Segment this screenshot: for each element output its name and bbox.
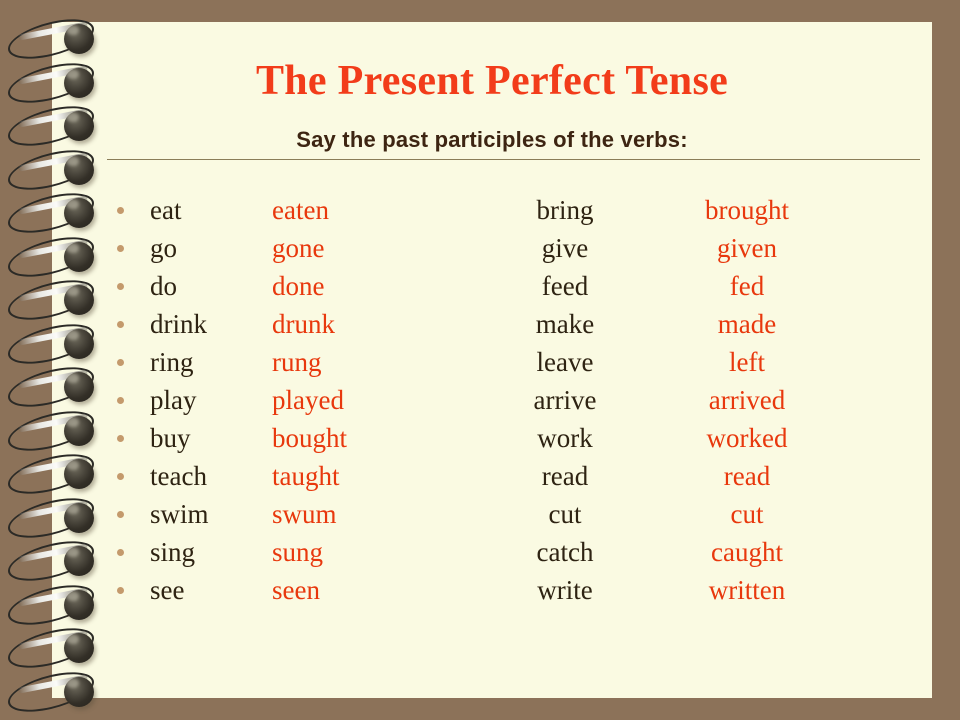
participle-left: taught bbox=[272, 461, 340, 491]
participle-left: gone bbox=[272, 233, 325, 263]
participle-left: played bbox=[272, 385, 344, 415]
base-verb-right: write bbox=[537, 575, 593, 605]
verb-row: drink drunk make made bbox=[0, 305, 960, 343]
participle-right: made bbox=[717, 309, 777, 339]
participle-right: written bbox=[708, 575, 786, 605]
verb-row: sing sung catch caught bbox=[0, 533, 960, 571]
base-verb-left: teach bbox=[150, 461, 207, 491]
base-verb-right: read bbox=[541, 461, 589, 491]
participle-left: bought bbox=[272, 423, 348, 453]
verb-list: eat eaten bring brought go gone give given do don… bbox=[0, 191, 960, 609]
base-verb-left: buy bbox=[150, 423, 191, 453]
bullet-icon bbox=[117, 549, 124, 556]
bullet-icon bbox=[117, 473, 124, 480]
participle-right: caught bbox=[711, 537, 783, 567]
verb-row: buy bought work worked bbox=[0, 419, 960, 457]
participle-right: read bbox=[723, 461, 771, 491]
participle-left: seen bbox=[272, 575, 320, 605]
bullet-icon bbox=[117, 511, 124, 518]
participle-right: arrived bbox=[708, 385, 786, 415]
participle-right: brought bbox=[705, 195, 789, 225]
participle-left: eaten bbox=[272, 195, 329, 225]
participle-left: rung bbox=[272, 347, 322, 377]
base-verb-left: ring bbox=[150, 347, 194, 377]
base-verb-left: drink bbox=[150, 309, 207, 339]
verb-row: ring rung leave left bbox=[0, 343, 960, 381]
base-verb-left: go bbox=[150, 233, 177, 263]
bullet-icon bbox=[117, 207, 124, 214]
verb-row: eat eaten bring brought bbox=[0, 191, 960, 229]
page-subtitle: Say the past participles of the verbs: bbox=[296, 127, 688, 152]
participle-left: drunk bbox=[272, 309, 335, 339]
bullet-icon bbox=[117, 245, 124, 252]
base-verb-left: do bbox=[150, 271, 177, 301]
verb-row: go gone give given bbox=[0, 229, 960, 267]
verb-row: do done feed fed bbox=[0, 267, 960, 305]
base-verb-right: arrive bbox=[533, 385, 597, 415]
bullet-icon bbox=[117, 397, 124, 404]
participle-right: left bbox=[729, 347, 765, 377]
base-verb-right: feed bbox=[541, 271, 589, 301]
base-verb-right: give bbox=[541, 233, 589, 263]
verb-row: teach taught read read bbox=[0, 457, 960, 495]
verb-row: see seen write written bbox=[0, 571, 960, 609]
base-verb-right: cut bbox=[548, 499, 582, 529]
slide-canvas: The Present Perfect Tense Say the past p… bbox=[0, 0, 960, 720]
base-verb-left: swim bbox=[150, 499, 209, 529]
participle-left: done bbox=[272, 271, 325, 301]
participle-right: cut bbox=[730, 499, 764, 529]
base-verb-right: catch bbox=[536, 537, 594, 567]
participle-left: swum bbox=[272, 499, 337, 529]
bullet-icon bbox=[117, 321, 124, 328]
verb-row: swim swum cut cut bbox=[0, 495, 960, 533]
bullet-icon bbox=[117, 283, 124, 290]
participle-right: fed bbox=[729, 271, 765, 301]
page-title: The Present Perfect Tense bbox=[255, 58, 729, 104]
base-verb-right: leave bbox=[536, 347, 594, 377]
bullet-icon bbox=[117, 359, 124, 366]
participle-right: given bbox=[717, 233, 777, 263]
participle-right: worked bbox=[706, 423, 788, 453]
base-verb-right: work bbox=[537, 423, 593, 453]
bullet-icon bbox=[117, 587, 124, 594]
bullet-icon bbox=[117, 435, 124, 442]
base-verb-left: sing bbox=[150, 537, 196, 567]
base-verb-left: eat bbox=[150, 195, 182, 225]
base-verb-left: play bbox=[150, 385, 197, 415]
base-verb-right: make bbox=[535, 309, 595, 339]
base-verb-right: bring bbox=[536, 195, 594, 225]
participle-left: sung bbox=[272, 537, 324, 567]
base-verb-left: see bbox=[150, 575, 185, 605]
horizontal-divider bbox=[107, 159, 920, 160]
verb-row: play played arrive arrived bbox=[0, 381, 960, 419]
